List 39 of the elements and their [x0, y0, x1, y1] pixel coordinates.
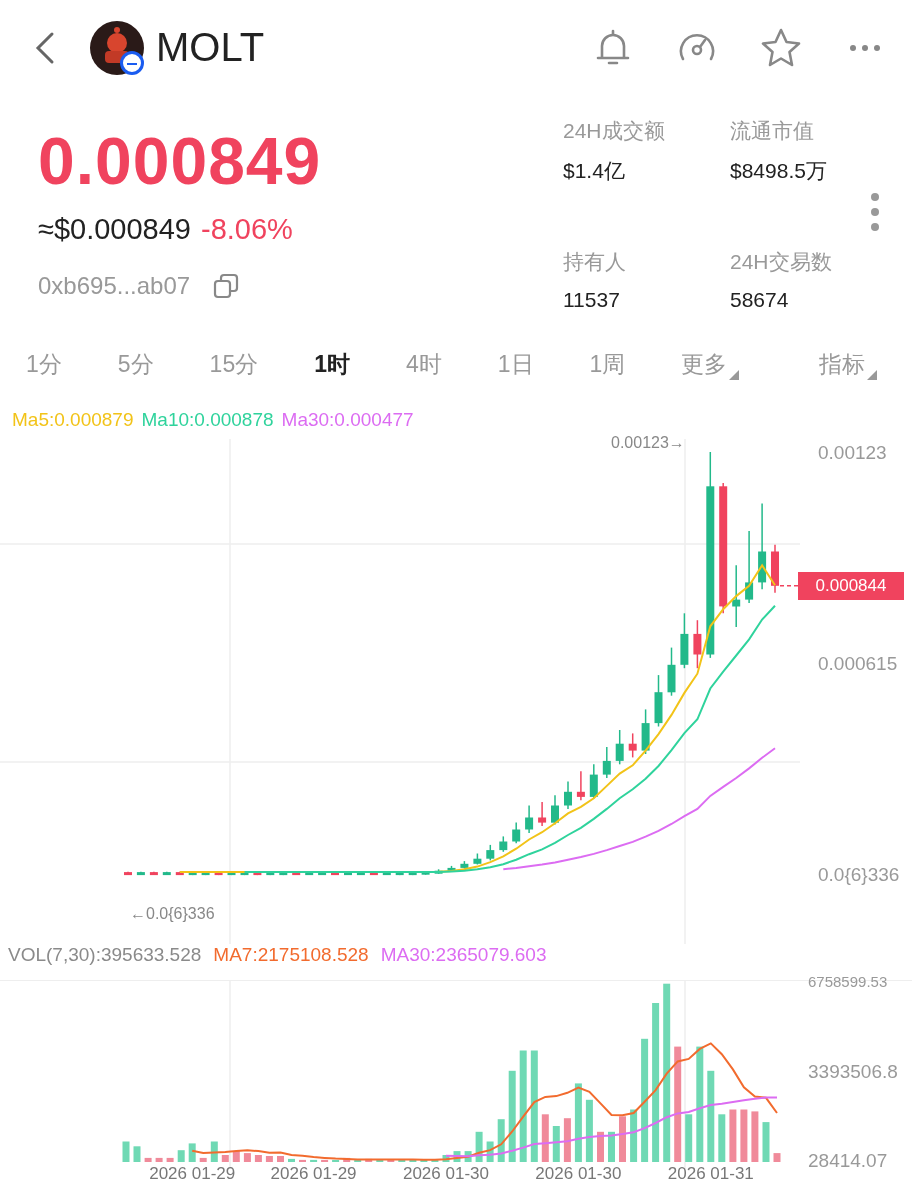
- axis-label: 6758599.53: [808, 973, 888, 990]
- stat-label: 流通市值: [730, 118, 815, 144]
- indicator-value: :0.000477: [329, 409, 414, 432]
- indicator-value: :2175108.528: [252, 944, 369, 967]
- current-price-tag: 0.000844: [798, 571, 904, 600]
- indicator-name: VOL(7,30): [8, 944, 96, 967]
- date-label: 2026 01-29: [270, 1164, 357, 1184]
- indicator-name: Ma5: [12, 409, 49, 432]
- stat-label: 24H交易数: [730, 249, 833, 275]
- date-label: 2026 01-30: [402, 1164, 489, 1184]
- stat-value: 58674: [730, 288, 790, 312]
- contract-address: 0xb695...ab07: [38, 272, 191, 300]
- date-label: 2026 01-31: [667, 1164, 754, 1184]
- axis-label: 3393506.8: [808, 1060, 898, 1083]
- indicator-name: Ma10: [141, 409, 190, 432]
- indicator-name: MA7: [213, 944, 253, 967]
- stat-value: 11537: [563, 288, 621, 312]
- high-price-marker: 0.00123→: [611, 434, 685, 452]
- low-price-marker: ←0.0{6}336: [130, 905, 215, 923]
- token-name: MOLT: [156, 25, 265, 70]
- usd-price: ≈$0.000849: [38, 213, 191, 246]
- indicator-value: :2365079.603: [430, 944, 547, 967]
- price-value: 0.000849: [38, 123, 323, 199]
- price-change: -8.06%: [201, 213, 293, 246]
- axis-label: 0.000615: [818, 653, 898, 676]
- indicator-name: Ma30: [281, 409, 330, 432]
- axis-label: 0.0{6}336: [818, 864, 900, 886]
- indicator-name: MA30: [380, 944, 431, 967]
- date-label: 2026 01-29: [149, 1164, 236, 1184]
- stat-value: $1.4亿: [563, 158, 626, 184]
- stat-value: $8498.5万: [730, 158, 828, 184]
- stat-label: 持有人: [563, 249, 627, 275]
- stat-label: 24H成交额: [563, 118, 666, 144]
- indicator-value: :0.000878: [189, 409, 274, 432]
- axis-label: 0.00123: [818, 442, 887, 464]
- axis-label: 28414.07: [808, 1150, 888, 1172]
- indicator-value: :0.000879: [48, 409, 134, 432]
- indicator-value: :395633.528: [95, 944, 202, 967]
- date-label: 2026 01-30: [535, 1164, 622, 1184]
